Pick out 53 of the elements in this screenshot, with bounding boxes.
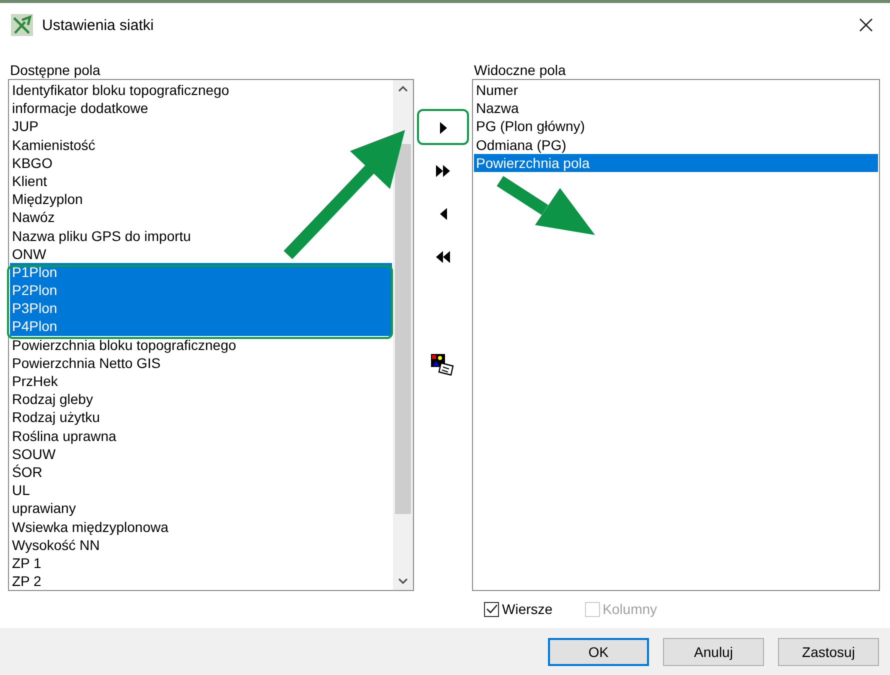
list-item[interactable]: ŚOR: [10, 462, 42, 482]
list-item[interactable]: Klient: [10, 172, 48, 190]
triangle-right-icon: [440, 122, 446, 134]
dialog-button[interactable]: Anuluj: [663, 638, 764, 666]
close-icon: [859, 18, 873, 32]
double-triangle-right-icon: [436, 165, 450, 177]
list-item[interactable]: ONW: [10, 244, 46, 263]
app-icon: [11, 14, 33, 36]
list-item[interactable]: Powierzchnia bloku topograficznego: [10, 336, 236, 354]
list-item[interactable]: Wysokość NN: [10, 536, 100, 554]
list-item[interactable]: Wsiewka międzyplonowa: [10, 518, 168, 536]
list-label: Dostępne pola: [9, 61, 102, 79]
dialog-button[interactable]: Zastosuj: [778, 638, 879, 666]
list-item[interactable]: P3Plon: [10, 299, 392, 318]
list-item[interactable]: Nazwa: [474, 99, 519, 118]
checkbox-label: Kolumny: [602, 601, 658, 617]
list-item[interactable]: Numer: [474, 81, 518, 100]
scroll-down-icon: [398, 578, 408, 584]
list-label: Widoczne pola: [473, 61, 567, 79]
highlight-frame: [417, 109, 469, 145]
window-title: Ustawienia siatki: [42, 16, 154, 34]
list-item[interactable]: Nawóz: [10, 208, 55, 226]
list-item[interactable]: Nazwa pliku GPS do importu: [10, 226, 191, 245]
list-item[interactable]: PrzHek: [10, 372, 58, 390]
list-item[interactable]: Odmiana (PG): [474, 136, 566, 154]
list-item[interactable]: KBGO: [10, 154, 52, 172]
list-item[interactable]: Kamienistość: [10, 136, 96, 154]
list-item[interactable]: Identyfikator bloku topograficznego: [10, 81, 230, 100]
list-item[interactable]: UL: [10, 481, 30, 500]
list-item[interactable]: uprawiany: [10, 499, 76, 518]
scrollbar[interactable]: [393, 80, 413, 590]
list-item[interactable]: Roślina uprawna: [10, 426, 116, 445]
list-item[interactable]: ZP 2: [10, 572, 42, 590]
triangle-left-icon: [440, 208, 446, 220]
scrollbar-thumb[interactable]: [395, 144, 411, 514]
list-item[interactable]: Rodzaj gleby: [10, 390, 93, 408]
list-item[interactable]: Powierzchnia Netto GIS: [10, 354, 161, 372]
list-item[interactable]: SOUW: [10, 444, 56, 463]
list-item[interactable]: P4Plon: [10, 317, 392, 336]
dialog-button[interactable]: OK: [548, 638, 649, 666]
scroll-up-icon: [398, 86, 408, 92]
list-item[interactable]: Powierzchnia pola: [474, 154, 878, 172]
list-item[interactable]: P2Plon: [10, 281, 392, 300]
list-item[interactable]: ZP 1: [10, 554, 42, 572]
checkbox[interactable]: [484, 602, 499, 616]
list-item[interactable]: JUP: [10, 117, 38, 136]
list-item[interactable]: PG (Plon główny): [474, 117, 585, 136]
list-item[interactable]: informacje dodatkowe: [10, 99, 148, 118]
list-item[interactable]: Rodzaj użytku: [10, 408, 100, 427]
double-triangle-left-icon: [436, 251, 450, 263]
list-item[interactable]: Międzyplon: [10, 190, 83, 208]
checkbox-label: Wiersze: [502, 601, 553, 617]
palette-icon: [431, 354, 455, 376]
